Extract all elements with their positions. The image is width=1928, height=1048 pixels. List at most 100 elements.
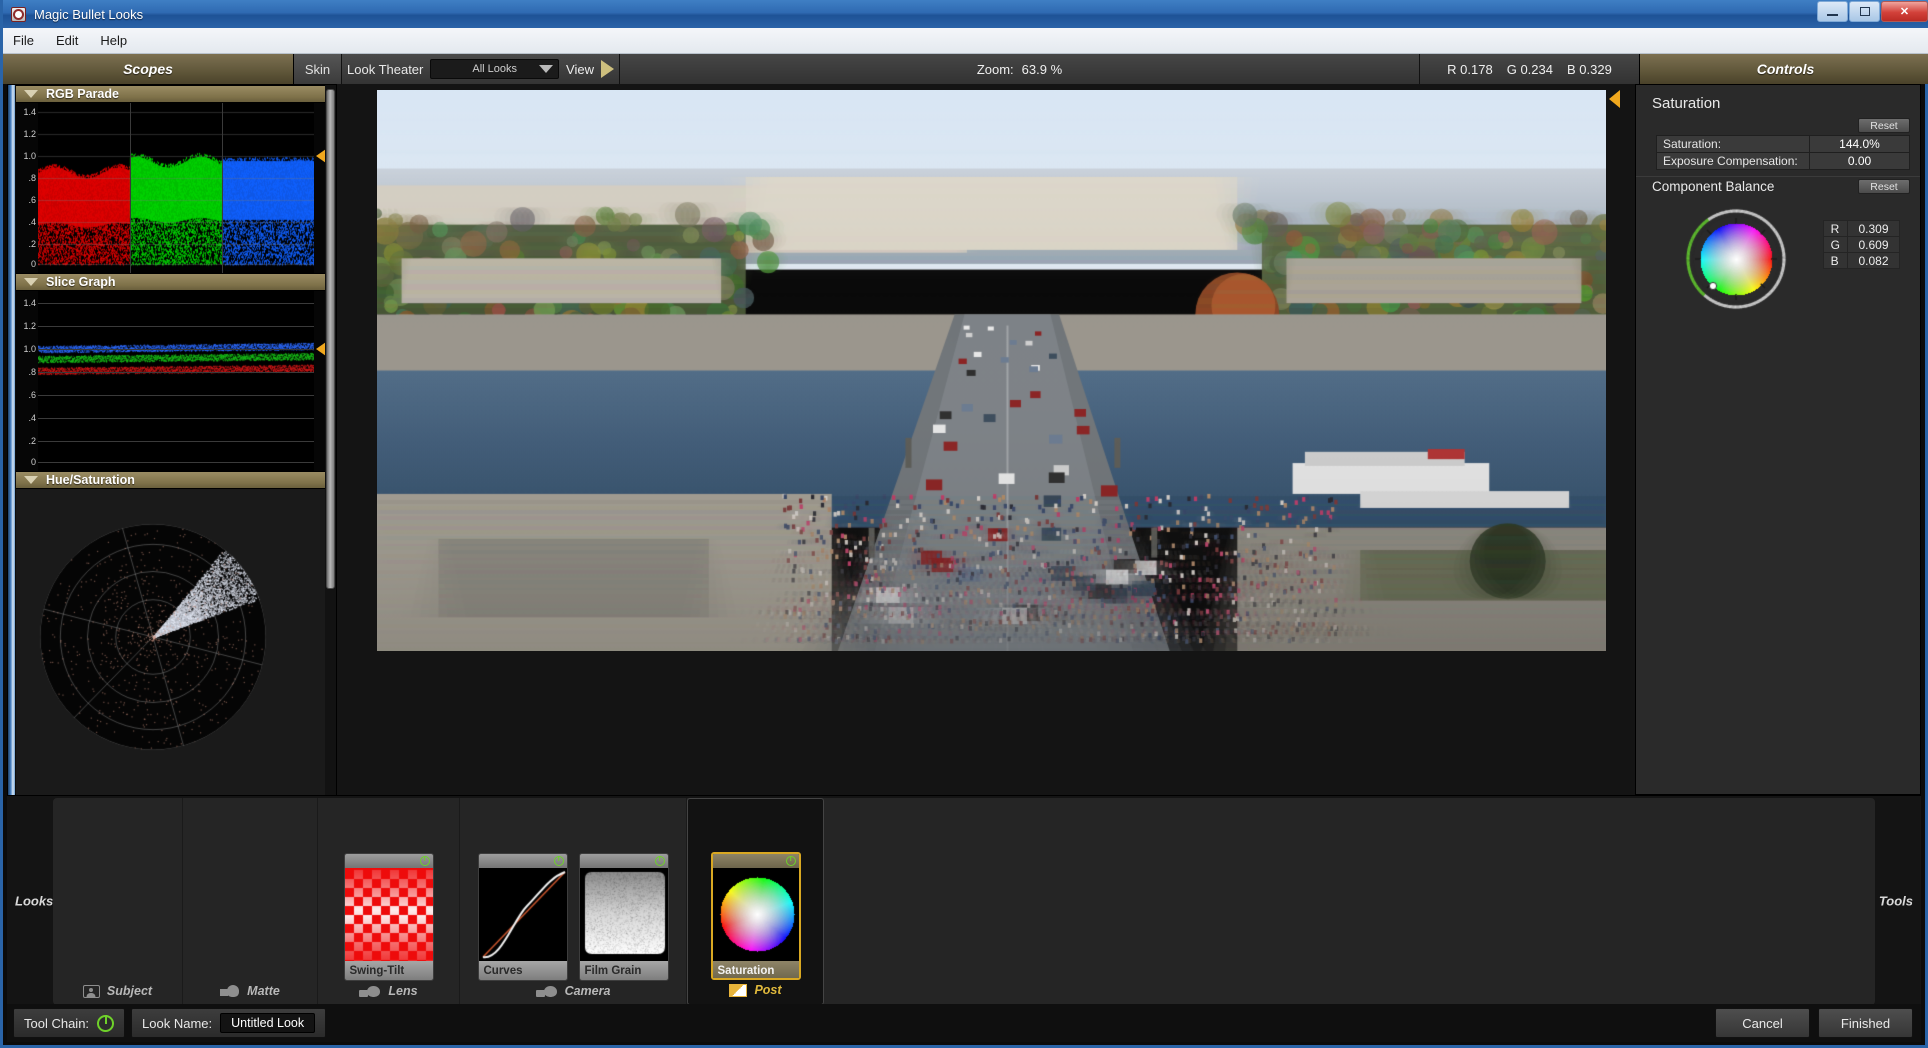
category-lens[interactable]: Swing-Tilt Lens — [318, 798, 460, 1005]
axis-tick: 1.4 — [23, 107, 36, 117]
title-bar: Magic Bullet Looks ✕ — [3, 0, 1928, 28]
axis-tick: .2 — [28, 436, 36, 446]
look-filter-dropdown[interactable]: All Looks — [430, 59, 560, 79]
axis-tick: .2 — [28, 239, 36, 249]
tool-chain-toggle-group[interactable]: Tool Chain: — [13, 1008, 126, 1038]
zoom-label: Zoom: — [976, 61, 1014, 77]
table-row[interactable]: Exposure Compensation: 0.00 — [1656, 152, 1910, 170]
tile-titlebar — [478, 854, 567, 868]
look-name-input[interactable]: Untitled Look — [220, 1013, 316, 1033]
tool-tile-curves[interactable]: Curves — [477, 853, 568, 981]
axis-tick: 1.4 — [23, 298, 36, 308]
minimize-button[interactable] — [1817, 1, 1848, 22]
channel-value[interactable]: 0.309 — [1847, 220, 1900, 237]
cancel-button[interactable]: Cancel — [1715, 1008, 1810, 1038]
axis-tick: .4 — [28, 217, 36, 227]
menu-bar: File Edit Help — [3, 28, 1928, 54]
controls-title: Saturation — [1652, 95, 1721, 112]
scope-header-hue-saturation[interactable]: Hue/Saturation — [16, 471, 326, 489]
channel-value[interactable]: 0.609 — [1847, 236, 1900, 253]
scope-header-rgb-parade[interactable]: RGB Parade — [16, 85, 326, 103]
param-value[interactable]: 144.0% — [1809, 135, 1910, 153]
param-value[interactable]: 0.00 — [1809, 152, 1910, 170]
controls-panel-header: Controls — [1640, 54, 1928, 84]
param-label: Saturation: — [1656, 135, 1810, 153]
subject-icon — [82, 984, 100, 998]
saturation-reset-button[interactable]: Reset — [1858, 118, 1910, 133]
power-icon[interactable] — [97, 1014, 115, 1032]
tile-list: Curves Film Grain — [477, 853, 669, 981]
tool-tile-film-grain[interactable]: Film Grain — [578, 853, 669, 981]
close-button[interactable]: ✕ — [1881, 1, 1928, 22]
scope-header-slice-graph[interactable]: Slice Graph — [16, 273, 326, 291]
view-button[interactable]: View — [566, 62, 594, 77]
axis-tick: 1.0 — [23, 151, 36, 161]
tile-thumbnail — [344, 868, 433, 961]
channel-label: R — [1822, 220, 1849, 237]
component-balance-title: Component Balance — [1652, 179, 1775, 194]
triangle-down-icon[interactable] — [24, 90, 38, 98]
channel-value[interactable]: 0.082 — [1847, 252, 1900, 269]
menu-item-file[interactable]: File — [13, 33, 34, 48]
triangle-down-icon[interactable] — [24, 476, 38, 484]
finished-button[interactable]: Finished — [1818, 1008, 1913, 1038]
slice-graph-axis: 1.4 1.2 1.0 .8 .6 .4 .2 0 — [16, 291, 38, 471]
rgb-readout-r: R 0.178 — [1447, 61, 1493, 77]
tile-label: Curves — [478, 961, 567, 980]
power-icon[interactable] — [419, 856, 430, 866]
tile-label: Saturation — [712, 961, 799, 978]
table-row[interactable]: R 0.309 — [1822, 220, 1900, 237]
tile-titlebar — [344, 854, 433, 868]
application-window: Magic Bullet Looks ✕ File Edit Help Scop… — [0, 0, 1928, 1048]
axis-tick: 1.2 — [23, 129, 36, 139]
scrollbar-thumb[interactable] — [326, 89, 335, 589]
power-icon[interactable] — [785, 856, 796, 866]
category-matte[interactable]: Matte — [183, 798, 318, 1005]
preview-image[interactable] — [377, 90, 1606, 651]
preview-marker-top-icon — [1609, 90, 1620, 108]
category-footer: Camera — [535, 981, 610, 1001]
category-subject[interactable]: Subject — [53, 798, 183, 1005]
color-wheel[interactable] — [1681, 204, 1791, 314]
looks-label[interactable]: Looks — [15, 893, 53, 908]
table-row[interactable]: G 0.609 — [1822, 236, 1900, 253]
camera-icon — [535, 985, 558, 998]
menu-item-help[interactable]: Help — [100, 33, 127, 48]
menu-item-edit[interactable]: Edit — [56, 33, 78, 48]
tile-list: Saturation — [710, 852, 801, 980]
tile-thumbnail — [579, 868, 668, 961]
tile-titlebar — [712, 854, 799, 868]
triangle-down-icon[interactable] — [24, 278, 38, 286]
tool-tile-swing-tilt[interactable]: Swing-Tilt — [343, 853, 434, 981]
category-name: Subject — [106, 984, 153, 998]
scopes-scrollbar[interactable] — [325, 85, 336, 796]
tile-label: Film Grain — [579, 961, 668, 980]
component-balance-reset-button[interactable]: Reset — [1858, 179, 1910, 194]
scopes-panel-header: Scopes — [3, 54, 294, 84]
axis-tick: .8 — [28, 173, 36, 183]
lens-icon — [359, 985, 381, 998]
power-icon[interactable] — [553, 856, 564, 866]
look-theater-group: Look Theater All Looks View — [342, 54, 620, 84]
play-icon[interactable] — [601, 60, 614, 78]
table-row[interactable]: B 0.082 — [1822, 252, 1900, 269]
tile-list: Swing-Tilt — [343, 853, 434, 981]
post-icon — [729, 983, 748, 997]
axis-tick: 1.2 — [23, 321, 36, 331]
scope-title-hue-saturation: Hue/Saturation — [46, 473, 135, 487]
component-balance-rgb-table: R 0.309 G 0.609 B 0.082 — [1822, 220, 1900, 269]
status-bar: Tool Chain: Look Name: Untitled Look Can… — [7, 1004, 1921, 1042]
skin-button[interactable]: Skin — [294, 54, 342, 84]
tool-chain-strip: Looks Tools Subject Matte Swing-Tilt Len… — [7, 795, 1921, 1005]
rgb-parade-axis: 1.4 1.2 1.0 .8 .6 .4 .2 0 — [16, 103, 38, 273]
tool-tile-saturation[interactable]: Saturation — [710, 852, 801, 980]
power-icon[interactable] — [654, 856, 665, 866]
category-post[interactable]: Saturation Post — [687, 798, 824, 1005]
table-row[interactable]: Saturation: 144.0% — [1656, 135, 1910, 153]
category-camera[interactable]: Curves Film Grain Camera — [460, 798, 687, 1005]
top-toolbar: Scopes Skin Look Theater All Looks View … — [3, 54, 1928, 84]
tools-label[interactable]: Tools — [1879, 893, 1913, 908]
category-footer: Lens — [359, 981, 418, 1001]
slice-graph-plot — [38, 291, 314, 471]
maximize-button[interactable] — [1849, 1, 1880, 22]
